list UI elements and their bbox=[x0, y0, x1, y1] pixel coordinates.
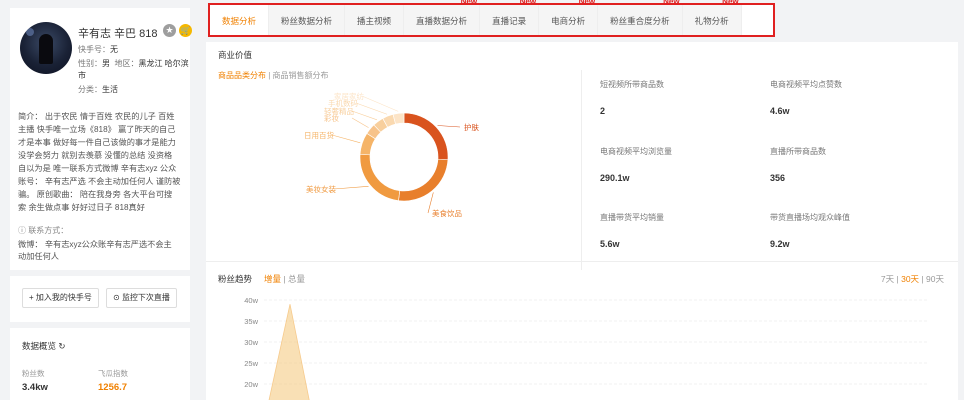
region-cont: 市 bbox=[78, 71, 86, 80]
stat-label: 直播带货平均销量 bbox=[600, 213, 664, 222]
stat-value: 5.6w bbox=[600, 239, 620, 249]
profile-name: 辛有志 辛巴 818 bbox=[78, 28, 158, 40]
stat-label: 直播所带商品数 bbox=[770, 147, 826, 156]
category: 分类：生活 bbox=[78, 85, 118, 94]
info-icon: ⓘ bbox=[18, 226, 29, 235]
trend-tab-total[interactable]: 总量 bbox=[288, 274, 305, 284]
divider bbox=[206, 261, 958, 262]
analysis-tabs: 数据分析 粉丝数据分析 播主视频 直播数据分析 New 直播记录 New 电商分析 N… bbox=[208, 0, 775, 37]
donut-leader-line bbox=[333, 186, 369, 190]
stat-value: 2 bbox=[600, 106, 606, 116]
donut-label: 家居家纺 bbox=[334, 91, 364, 101]
donut-slice[interactable] bbox=[398, 158, 449, 202]
donut-leader-line bbox=[361, 95, 399, 112]
index-label: 飞瓜指数 bbox=[98, 369, 128, 378]
action-buttons: + 加入我的快手号 ⊙ 监控下次直播 bbox=[10, 276, 190, 322]
gender-region: 性别：男 地区：黑龙江 哈尔滨 bbox=[78, 59, 189, 68]
donut-leader-line bbox=[437, 125, 461, 128]
cart-icon[interactable]: 🛒 bbox=[179, 24, 192, 37]
trend-area[interactable] bbox=[266, 304, 312, 400]
donut-slice[interactable] bbox=[403, 112, 449, 161]
stat-label: 短视频所带商品数 bbox=[600, 80, 664, 89]
donut-leader-line bbox=[351, 110, 378, 121]
range-7d[interactable]: 7天 bbox=[881, 274, 894, 284]
star-icon[interactable]: ★ bbox=[163, 24, 176, 37]
donut-label: 美食饮品 bbox=[432, 208, 462, 218]
monitor-live-button[interactable]: ⊙ 监控下次直播 bbox=[106, 288, 177, 308]
category-donut-chart: 护肤美食饮品美妆女装日用百货彩妆轻奢精品手机数码家居家纺 bbox=[304, 91, 479, 218]
fans-value: 3.4kw bbox=[22, 382, 48, 393]
stat-value: 290.1w bbox=[600, 173, 630, 183]
tab-live-records[interactable]: 直播记录 New bbox=[480, 0, 540, 35]
tab-fans-overlap[interactable]: 粉丝重合度分析 New bbox=[598, 0, 683, 35]
donut-leader-line bbox=[331, 134, 361, 144]
y-tick-label: 25w bbox=[244, 359, 258, 368]
contact-info: 微博： 辛有志xyz公众账辛有志严选不会主 动加任何人 bbox=[18, 240, 172, 261]
y-tick-label: 30w bbox=[244, 338, 258, 347]
donut-label: 日用百货 bbox=[304, 130, 334, 140]
commerce-subtabs: 商品品类分布 | 商品销售额分布 bbox=[218, 71, 329, 80]
range-30d[interactable]: 30天 bbox=[901, 274, 919, 284]
tab-videos[interactable]: 播主视频 bbox=[345, 5, 405, 35]
trend-title: 粉丝趋势 bbox=[218, 274, 253, 284]
new-badge: New bbox=[578, 0, 596, 6]
overview-title: 数据概览 ↻ bbox=[22, 341, 66, 351]
monitor-icon: ⊙ bbox=[113, 293, 122, 302]
tab-live-analysis[interactable]: 直播数据分析 New bbox=[404, 0, 481, 35]
divider bbox=[581, 70, 582, 270]
new-badge: New bbox=[519, 0, 537, 6]
main-panel: 商业价值 商品品类分布 | 商品销售额分布 护肤 美食饮品 美妆女装 日用百货 彩妆 轻奢… bbox=[206, 42, 958, 400]
stat-label: 带货直播场均观众峰值 bbox=[770, 213, 850, 222]
y-tick-label: 40w bbox=[244, 296, 258, 305]
stat-label: 电商视频平均点赞数 bbox=[770, 80, 842, 89]
tab-data-analysis[interactable]: 数据分析 bbox=[210, 5, 270, 35]
new-badge: New bbox=[460, 0, 478, 6]
new-badge: New bbox=[722, 0, 739, 6]
range-90d[interactable]: 90天 bbox=[926, 274, 944, 284]
trend-tabs: 增量 | 总量 bbox=[264, 274, 305, 284]
contact-title: ⓘ 联系方式： bbox=[18, 226, 69, 235]
profile-sidebar: 辛有志 辛巴 818 ★ 🛒 快手号：无 性别：男 地区：黑龙江 哈尔滨 市 分… bbox=[10, 8, 192, 400]
trend-tab-increment[interactable]: 增量 bbox=[264, 274, 281, 284]
tab-gifts[interactable]: 礼物分析 New bbox=[682, 0, 742, 35]
tab-ecommerce[interactable]: 电商分析 New bbox=[539, 0, 599, 35]
refresh-icon[interactable]: ↻ bbox=[58, 341, 65, 351]
stat-label: 电商视频平均浏览量 bbox=[600, 147, 672, 156]
profile-bio: 简介： 出于农民 情于百姓 农民的儿子 百姓 主播 快手唯一立场《818》 赢了… bbox=[18, 112, 181, 212]
y-tick-label: 20w bbox=[244, 380, 258, 389]
index-value: 1256.7 bbox=[98, 382, 128, 393]
plus-icon: + bbox=[29, 293, 36, 302]
donut-slice[interactable] bbox=[359, 153, 401, 201]
subtab-category[interactable]: 商品品类分布 bbox=[218, 71, 266, 80]
stat-value: 9.2w bbox=[770, 239, 790, 249]
donut-leader-line bbox=[351, 117, 369, 128]
commerce-title: 商业价值 bbox=[218, 50, 253, 60]
tab-fans-analysis[interactable]: 粉丝数据分析 bbox=[269, 5, 346, 35]
avatar[interactable] bbox=[20, 22, 72, 74]
fans-label: 粉丝数 bbox=[22, 369, 45, 378]
new-badge: New bbox=[663, 0, 680, 6]
fans-trend-chart: 40w 35w 30w 25w 20w bbox=[244, 296, 928, 400]
subtab-sales[interactable]: 商品销售额分布 bbox=[273, 71, 329, 80]
stat-value: 4.6w bbox=[770, 106, 790, 116]
donut-label: 护肤 bbox=[464, 122, 479, 132]
kuaishou-id: 快手号：无 bbox=[78, 45, 118, 54]
donut-label: 美妆女装 bbox=[306, 184, 336, 194]
profile-card: 辛有志 辛巴 818 ★ 🛒 快手号：无 性别：男 地区：黑龙江 哈尔滨 市 分… bbox=[10, 8, 192, 270]
range-selector: 7天 | 30天 | 90天 bbox=[880, 274, 944, 284]
stat-value: 356 bbox=[770, 173, 786, 183]
y-tick-label: 35w bbox=[244, 317, 258, 326]
add-kuaishou-button[interactable]: + 加入我的快手号 bbox=[22, 288, 99, 308]
data-overview: 数据概览 ↻ 粉丝数 3.4kw 飞瓜指数 1256.7 bbox=[10, 328, 190, 400]
